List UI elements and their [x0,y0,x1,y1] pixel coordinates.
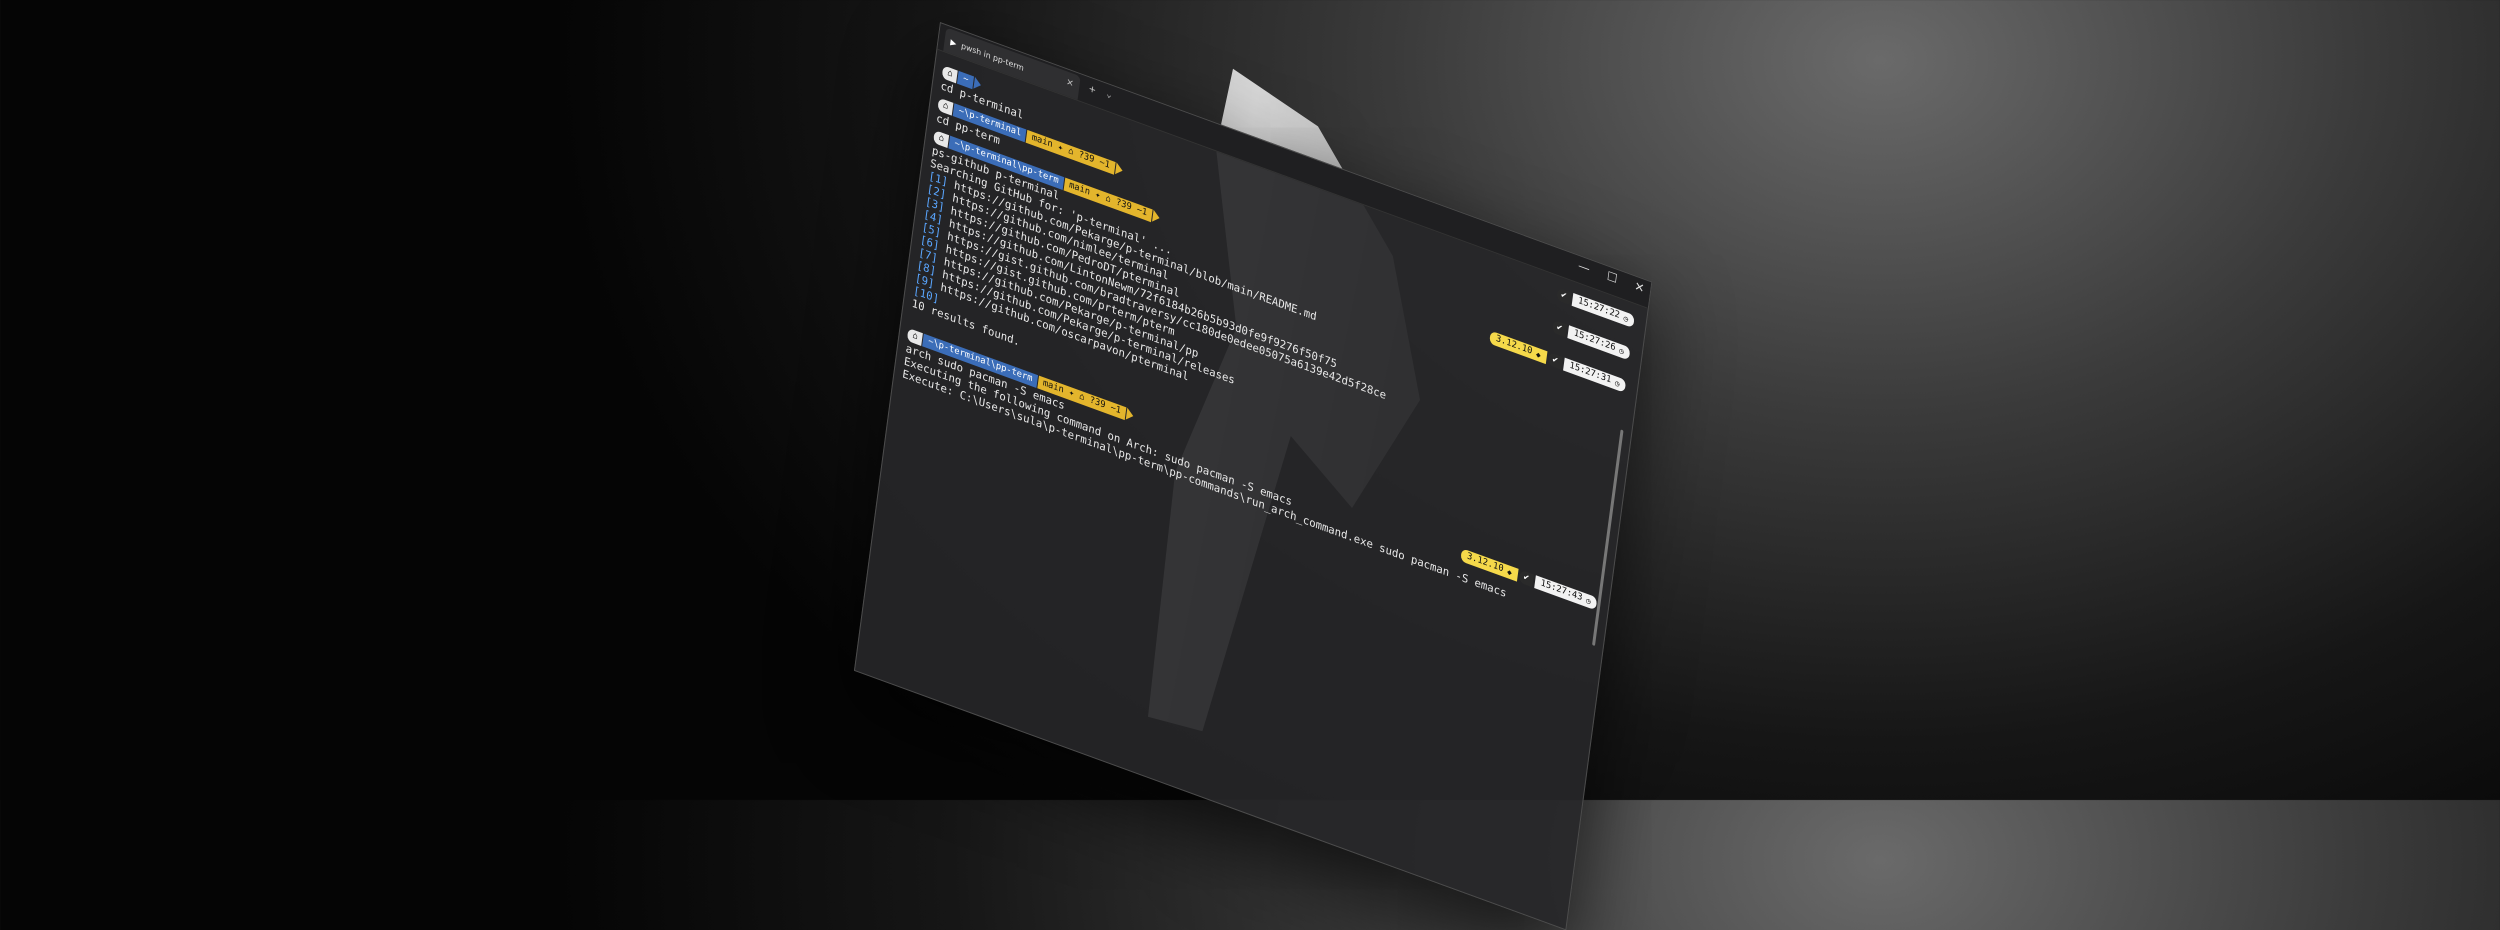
terminal-window: ▶ pwsh in pp-term ✕ + ⌄ — ☐ ✕ ⌂ ~ cd p-t… [853,22,1653,930]
desktop-background: ▶ pwsh in pp-term ✕ + ⌄ — ☐ ✕ ⌂ ~ cd p-t… [0,0,2500,930]
terminal-icon: ▶ [949,36,958,48]
maximize-button[interactable]: ☐ [1606,269,1618,286]
minimize-button[interactable]: — [1577,258,1590,276]
close-button[interactable]: ✕ [1634,279,1645,296]
prompt-arrow [973,76,982,92]
prompt-arrow [1125,407,1135,423]
python-icon: ◆ [1535,349,1542,360]
python-icon: ◆ [1506,567,1513,578]
result-url[interactable] [944,295,946,308]
terminal-output[interactable]: ⌂ ~ cd p-terminal ⌂ ~\p-terminal main ✦ … [864,59,1639,918]
prompt-arrow [1114,162,1124,177]
new-tab-button[interactable]: + [1088,82,1096,97]
prompt-arrow [1152,209,1161,225]
clock-icon: ◷ [1614,378,1621,389]
clock-icon: ◷ [1618,345,1625,357]
tab-dropdown-button[interactable]: ⌄ [1106,88,1113,103]
tab-close-icon[interactable]: ✕ [1065,77,1075,92]
clock-icon: ◷ [1622,313,1629,325]
clock-icon: ◷ [1585,595,1592,607]
